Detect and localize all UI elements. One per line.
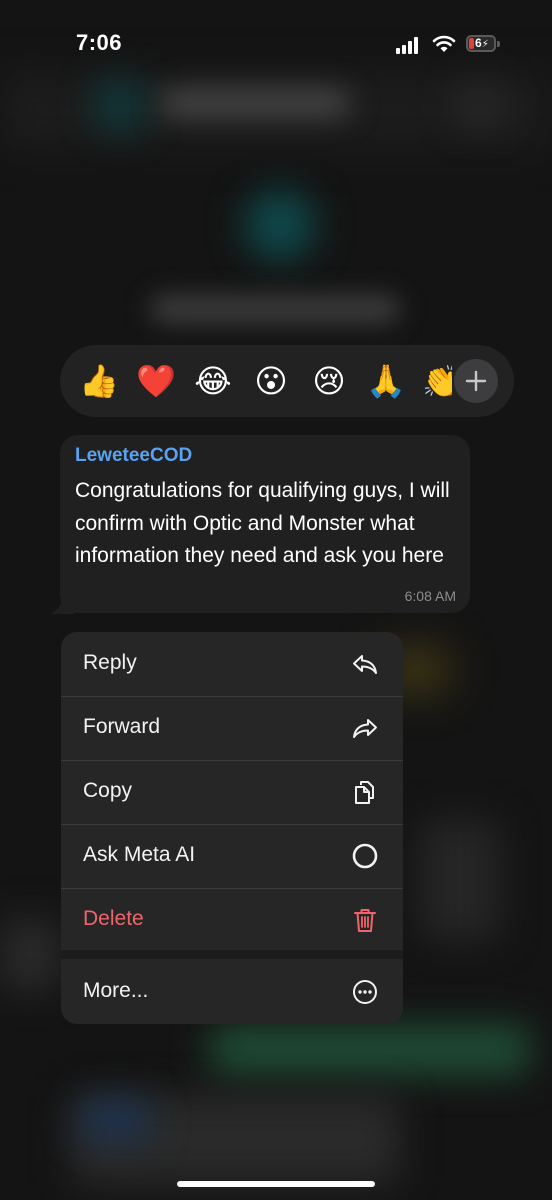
trash-icon xyxy=(354,909,376,932)
menu-item-forward[interactable]: Forward xyxy=(61,696,403,760)
reaction-thumbs-up[interactable]: 👍 xyxy=(78,361,120,401)
message-context-menu: Reply Forward Copy Ask Meta AI Delete Mo… xyxy=(61,632,403,1024)
message-text: Congratulations for qualifying guys, I w… xyxy=(75,479,450,567)
menu-item-copy[interactable]: Copy xyxy=(61,760,403,824)
menu-item-more[interactable]: More... xyxy=(61,960,403,1024)
status-time: 7:06 xyxy=(76,30,123,55)
blurred-background-element xyxy=(0,920,60,990)
battery-level: 6 xyxy=(475,36,482,50)
menu-item-delete[interactable]: Delete xyxy=(61,888,403,952)
blurred-background-element xyxy=(80,1100,150,1140)
reaction-clapping[interactable]: 👏 xyxy=(422,361,452,401)
menu-item-label: Reply xyxy=(83,651,137,674)
message-timestamp: 6:08 AM xyxy=(404,588,456,604)
reaction-laughing[interactable]: 😂 xyxy=(192,361,234,401)
blurred-background-element xyxy=(420,820,500,940)
cellular-signal-icon xyxy=(396,36,422,54)
forward-icon xyxy=(353,719,377,738)
home-indicator[interactable] xyxy=(177,1181,375,1187)
menu-item-reply[interactable]: Reply xyxy=(61,632,403,696)
menu-item-ask-meta-ai[interactable]: Ask Meta AI xyxy=(61,824,403,888)
reaction-praying[interactable]: 🙏 xyxy=(365,361,407,401)
reply-icon xyxy=(353,655,377,674)
blurred-chat-name xyxy=(160,90,350,116)
wifi-icon xyxy=(432,35,456,52)
more-icon xyxy=(353,980,377,1004)
meta-ai-icon xyxy=(352,843,378,869)
blurred-header-button xyxy=(455,85,505,125)
reaction-heart[interactable]: ❤️ xyxy=(135,361,177,401)
menu-item-label: More... xyxy=(83,979,149,1002)
menu-item-label: Forward xyxy=(83,715,161,738)
menu-item-label: Delete xyxy=(83,907,144,930)
menu-item-label: Ask Meta AI xyxy=(83,843,196,866)
add-reaction-button[interactable] xyxy=(454,359,498,403)
status-bar: 7:06 6⚡ xyxy=(0,0,552,90)
blurred-group-avatar xyxy=(245,190,315,260)
message-bubble[interactable]: LeweteeCOD Congratulations for qualifyin… xyxy=(60,435,470,613)
reaction-surprised[interactable]: 😮 xyxy=(250,361,292,401)
reaction-bar: 👍 ❤️ 😂 😮 😢 🙏 👏 xyxy=(60,345,514,417)
battery-icon: 6⚡ xyxy=(466,35,496,52)
blurred-outgoing-message xyxy=(210,1025,530,1075)
plus-icon xyxy=(465,370,487,392)
copy-icon xyxy=(355,781,374,804)
menu-item-label: Copy xyxy=(83,779,133,802)
blurred-group-name xyxy=(150,295,400,323)
reaction-crying[interactable]: 😢 xyxy=(308,361,350,401)
message-sender[interactable]: LeweteeCOD xyxy=(75,445,192,467)
